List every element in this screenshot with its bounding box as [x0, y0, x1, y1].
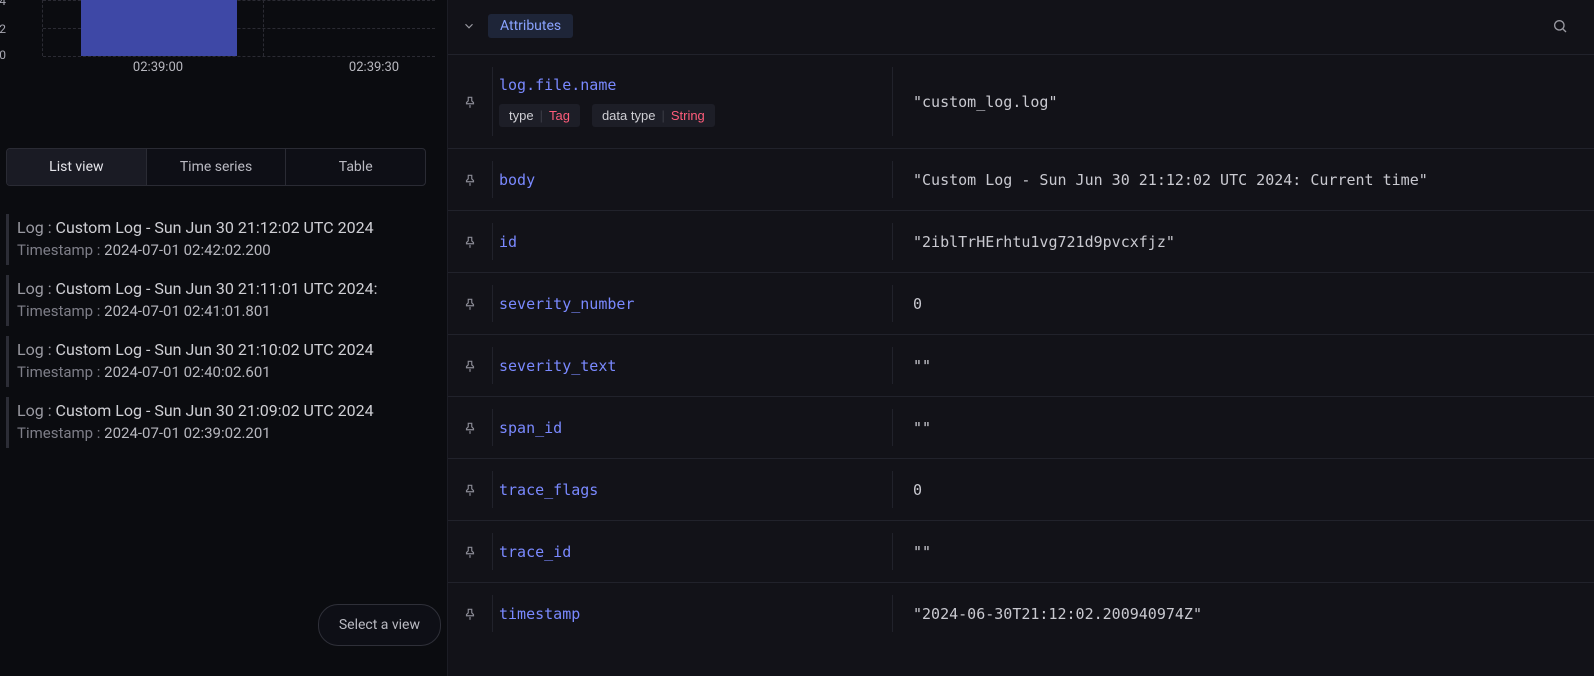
- attribute-value[interactable]: "": [892, 409, 1594, 446]
- attribute-row: log.file.nametype|Tagdata type|String"cu…: [448, 54, 1594, 148]
- chart-bar: [81, 0, 237, 56]
- attribute-value[interactable]: 0: [892, 471, 1594, 508]
- attribute-key[interactable]: span_id: [492, 409, 892, 446]
- log-item[interactable]: Log : Custom Log - Sun Jun 30 21:12:02 U…: [6, 214, 441, 265]
- attributes-badge[interactable]: Attributes: [488, 14, 573, 38]
- log-timestamp-line: Timestamp : 2024-07-01 02:40:02.601: [17, 363, 441, 381]
- x-tick: 02:39:30: [349, 60, 399, 75]
- attribute-row: trace_id"": [448, 520, 1594, 582]
- log-timestamp-line: Timestamp : 2024-07-01 02:42:02.200: [17, 241, 441, 259]
- pin-icon[interactable]: [448, 607, 492, 621]
- y-tick: 0.2: [0, 22, 6, 36]
- x-tick: 02:39:00: [133, 60, 183, 75]
- attribute-key[interactable]: trace_flags: [492, 471, 892, 508]
- attribute-key[interactable]: timestamp: [492, 595, 892, 632]
- tab-list-view[interactable]: List view: [7, 149, 146, 185]
- log-item[interactable]: Log : Custom Log - Sun Jun 30 21:11:01 U…: [6, 275, 441, 326]
- pin-icon[interactable]: [448, 297, 492, 311]
- pin-icon[interactable]: [448, 359, 492, 373]
- tab-table[interactable]: Table: [285, 149, 425, 185]
- attributes-header: Attributes: [448, 6, 1594, 54]
- attribute-value[interactable]: 0: [892, 285, 1594, 322]
- attributes-panel: Attributes log.file.nametype|Tagdata typ…: [447, 0, 1594, 676]
- log-body-line: Log : Custom Log - Sun Jun 30 21:12:02 U…: [17, 218, 441, 237]
- y-tick: 0: [0, 48, 6, 62]
- pin-icon[interactable]: [448, 545, 492, 559]
- attribute-key[interactable]: body: [492, 161, 892, 198]
- attribute-key[interactable]: severity_text: [492, 347, 892, 384]
- attribute-key[interactable]: severity_number: [492, 285, 892, 322]
- view-tabs: List view Time series Table: [6, 148, 426, 186]
- attribute-key[interactable]: trace_id: [492, 533, 892, 570]
- pin-icon[interactable]: [448, 421, 492, 435]
- pin-icon[interactable]: [448, 173, 492, 187]
- attribute-key[interactable]: id: [492, 223, 892, 260]
- select-view-button[interactable]: Select a view: [318, 604, 441, 646]
- log-timestamp-line: Timestamp : 2024-07-01 02:39:02.201: [17, 424, 441, 442]
- chart-grid: [42, 0, 435, 56]
- search-icon[interactable]: [1550, 16, 1570, 36]
- log-timestamp-line: Timestamp : 2024-07-01 02:41:01.801: [17, 302, 441, 320]
- attribute-row: timestamp"2024-06-30T21:12:02.200940974Z…: [448, 582, 1594, 644]
- y-tick: 0.4: [0, 0, 6, 8]
- log-body-line: Log : Custom Log - Sun Jun 30 21:09:02 U…: [17, 401, 441, 420]
- chip-datatype: data type|String: [592, 104, 715, 127]
- histogram-chart: 0.4 0.2 0 02:39:00 02:39:30: [6, 0, 441, 100]
- attribute-key[interactable]: log.file.nametype|Tagdata type|String: [492, 67, 892, 136]
- pin-icon[interactable]: [448, 483, 492, 497]
- attribute-row: severity_text"": [448, 334, 1594, 396]
- attribute-value[interactable]: "Custom Log - Sun Jun 30 21:12:02 UTC 20…: [892, 161, 1594, 198]
- left-pane: 0.4 0.2 0 02:39:00 02:39:30 List view Ti…: [0, 0, 447, 676]
- log-body-line: Log : Custom Log - Sun Jun 30 21:11:01 U…: [17, 279, 441, 298]
- attribute-value[interactable]: "2024-06-30T21:12:02.200940974Z": [892, 595, 1594, 632]
- pin-icon[interactable]: [448, 95, 492, 109]
- tab-time-series[interactable]: Time series: [146, 149, 286, 185]
- log-item[interactable]: Log : Custom Log - Sun Jun 30 21:10:02 U…: [6, 336, 441, 387]
- log-item[interactable]: Log : Custom Log - Sun Jun 30 21:09:02 U…: [6, 397, 441, 448]
- attributes-table: log.file.nametype|Tagdata type|String"cu…: [448, 54, 1594, 676]
- log-list: Log : Custom Log - Sun Jun 30 21:12:02 U…: [6, 214, 441, 448]
- pin-icon[interactable]: [448, 235, 492, 249]
- chip-type: type|Tag: [499, 104, 580, 127]
- chevron-down-icon[interactable]: [460, 17, 478, 35]
- attribute-row: severity_number0: [448, 272, 1594, 334]
- attribute-row: trace_flags0: [448, 458, 1594, 520]
- attribute-row: span_id"": [448, 396, 1594, 458]
- attribute-row: body"Custom Log - Sun Jun 30 21:12:02 UT…: [448, 148, 1594, 210]
- attribute-type-chips: type|Tag data type|String: [499, 104, 892, 127]
- attribute-value[interactable]: "": [892, 347, 1594, 384]
- attribute-value[interactable]: "custom_log.log": [892, 67, 1594, 136]
- attribute-row: id"2iblTrHErhtu1vg721d9pvcxfjz": [448, 210, 1594, 272]
- attribute-value[interactable]: "": [892, 533, 1594, 570]
- log-body-line: Log : Custom Log - Sun Jun 30 21:10:02 U…: [17, 340, 441, 359]
- attribute-value[interactable]: "2iblTrHErhtu1vg721d9pvcxfjz": [892, 223, 1594, 260]
